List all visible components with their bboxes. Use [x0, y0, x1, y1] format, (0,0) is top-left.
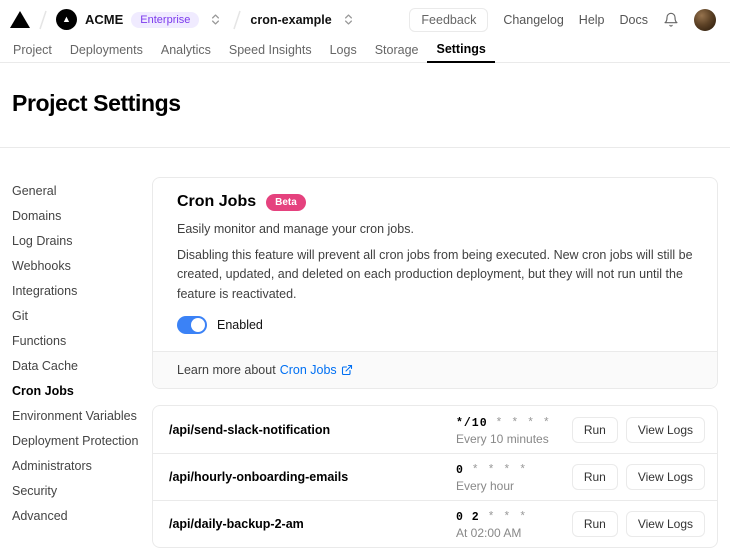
run-button[interactable]: Run: [571, 511, 618, 538]
cron-job-path: /api/hourly-onboarding-emails: [169, 470, 349, 485]
cron-jobs-title: Cron Jobs: [177, 193, 257, 210]
team-name: ACME: [85, 12, 124, 27]
run-button[interactable]: Run: [571, 416, 618, 443]
project-tab-bar: Project Deployments Analytics Speed Insi…: [0, 37, 730, 63]
sidebar-item-domains[interactable]: Domains: [12, 204, 152, 229]
help-link[interactable]: Help: [579, 13, 605, 27]
cron-job-path: /api/send-slack-notification: [169, 422, 331, 437]
cron-schedule-description: At 02:00 AM: [456, 526, 522, 541]
sidebar-item-deployment-protection[interactable]: Deployment Protection: [12, 429, 152, 454]
cron-expression: 0 2 * * *: [456, 511, 528, 525]
toggle-knob: [191, 318, 205, 333]
cron-job-actions: Run View Logs: [571, 416, 705, 443]
cron-job-actions: Run View Logs: [571, 511, 705, 538]
enabled-toggle-row: Enabled: [177, 316, 693, 335]
breadcrumb-slash: [37, 9, 49, 31]
sidebar-item-git[interactable]: Git: [12, 304, 152, 329]
sidebar-item-data-cache[interactable]: Data Cache: [12, 354, 152, 379]
sidebar-item-cron-jobs[interactable]: Cron Jobs: [12, 379, 152, 404]
cron-jobs-description: Easily monitor and manage your cron jobs…: [177, 222, 414, 236]
cron-expression: 0 * * * *: [456, 464, 528, 478]
docs-link[interactable]: Docs: [620, 13, 648, 27]
sidebar-item-administrators[interactable]: Administrators: [12, 454, 152, 479]
tab-logs[interactable]: Logs: [321, 37, 366, 62]
notifications-bell-icon[interactable]: [663, 12, 679, 28]
settings-content: General Domains Log Drains Webhooks Inte…: [0, 148, 730, 548]
sidebar-item-security[interactable]: Security: [12, 479, 152, 504]
tab-settings[interactable]: Settings: [427, 37, 495, 63]
feedback-button[interactable]: Feedback: [409, 7, 489, 32]
enabled-toggle-label: Enabled: [217, 318, 263, 333]
sidebar-item-webhooks[interactable]: Webhooks: [12, 254, 152, 279]
tab-deployments[interactable]: Deployments: [61, 37, 152, 62]
cron-jobs-title-row: Cron Jobs Beta: [177, 193, 693, 211]
table-row: /api/send-slack-notification */10 * * * …: [153, 406, 717, 453]
settings-sidebar: General Domains Log Drains Webhooks Inte…: [12, 177, 152, 529]
cron-jobs-card-body: Cron Jobs Beta Easily monitor and manage…: [153, 178, 717, 351]
enabled-toggle[interactable]: [177, 316, 207, 335]
team-avatar-icon: ▲: [56, 9, 77, 30]
cron-jobs-card: Cron Jobs Beta Easily monitor and manage…: [152, 177, 718, 390]
breadcrumb: ▲ ACME Enterprise cron-example: [10, 9, 357, 31]
external-link-icon: [341, 365, 352, 376]
run-button[interactable]: Run: [571, 464, 618, 491]
cron-job-schedule: 0 * * * * Every hour: [456, 461, 572, 493]
vercel-logo-icon[interactable]: [10, 11, 30, 28]
tab-analytics[interactable]: Analytics: [152, 37, 220, 62]
sidebar-item-log-drains[interactable]: Log Drains: [12, 229, 152, 254]
table-row: /api/hourly-onboarding-emails 0 * * * * …: [153, 453, 717, 500]
cron-jobs-disable-note: Disabling this feature will prevent all …: [177, 248, 693, 301]
view-logs-button[interactable]: View Logs: [625, 416, 705, 443]
cron-expression: */10 * * * *: [456, 416, 551, 430]
learn-more-text: Learn more about: [177, 363, 276, 378]
top-bar: ▲ ACME Enterprise cron-example Feedback …: [0, 0, 730, 37]
team-selector-chevrons-icon[interactable]: [207, 13, 224, 26]
beta-badge: Beta: [266, 193, 306, 211]
cron-job-path: /api/daily-backup-2-am: [169, 517, 304, 532]
project-switcher[interactable]: cron-example: [250, 13, 356, 27]
project-name: cron-example: [250, 12, 332, 27]
cron-job-actions: Run View Logs: [571, 464, 705, 491]
top-right-actions: Feedback Changelog Help Docs: [409, 7, 716, 32]
changelog-link[interactable]: Changelog: [503, 13, 563, 27]
user-avatar[interactable]: [694, 8, 716, 31]
page-title-section: Project Settings: [0, 63, 730, 148]
sidebar-item-advanced[interactable]: Advanced: [12, 504, 152, 529]
table-row: /api/daily-backup-2-am 0 2 * * * At 02:0…: [153, 500, 717, 547]
page-title: Project Settings: [12, 90, 181, 116]
team-switcher[interactable]: ▲ ACME Enterprise: [56, 9, 224, 30]
view-logs-button[interactable]: View Logs: [625, 464, 705, 491]
cron-schedule-description: Every 10 minutes: [456, 431, 549, 446]
breadcrumb-slash: [231, 9, 243, 31]
cron-job-schedule: 0 2 * * * At 02:00 AM: [456, 508, 572, 540]
cron-jobs-docs-link[interactable]: Cron Jobs: [280, 363, 353, 377]
cron-jobs-docs-link-label: Cron Jobs: [279, 363, 337, 378]
sidebar-item-functions[interactable]: Functions: [12, 329, 152, 354]
plan-badge: Enterprise: [131, 11, 200, 28]
settings-main: Cron Jobs Beta Easily monitor and manage…: [152, 177, 718, 548]
view-logs-button[interactable]: View Logs: [625, 511, 705, 538]
cron-jobs-card-footer: Learn more about Cron Jobs: [153, 351, 717, 389]
cron-jobs-table: /api/send-slack-notification */10 * * * …: [152, 405, 718, 548]
tab-storage[interactable]: Storage: [366, 37, 428, 62]
cron-schedule-description: Every hour: [456, 479, 515, 494]
sidebar-item-environment-variables[interactable]: Environment Variables: [12, 404, 152, 429]
tab-project[interactable]: Project: [4, 37, 61, 62]
cron-job-schedule: */10 * * * * Every 10 minutes: [456, 414, 572, 446]
sidebar-item-integrations[interactable]: Integrations: [12, 279, 152, 304]
sidebar-item-general[interactable]: General: [12, 179, 152, 204]
project-selector-chevrons-icon[interactable]: [340, 13, 357, 26]
tab-speed-insights[interactable]: Speed Insights: [220, 37, 321, 62]
